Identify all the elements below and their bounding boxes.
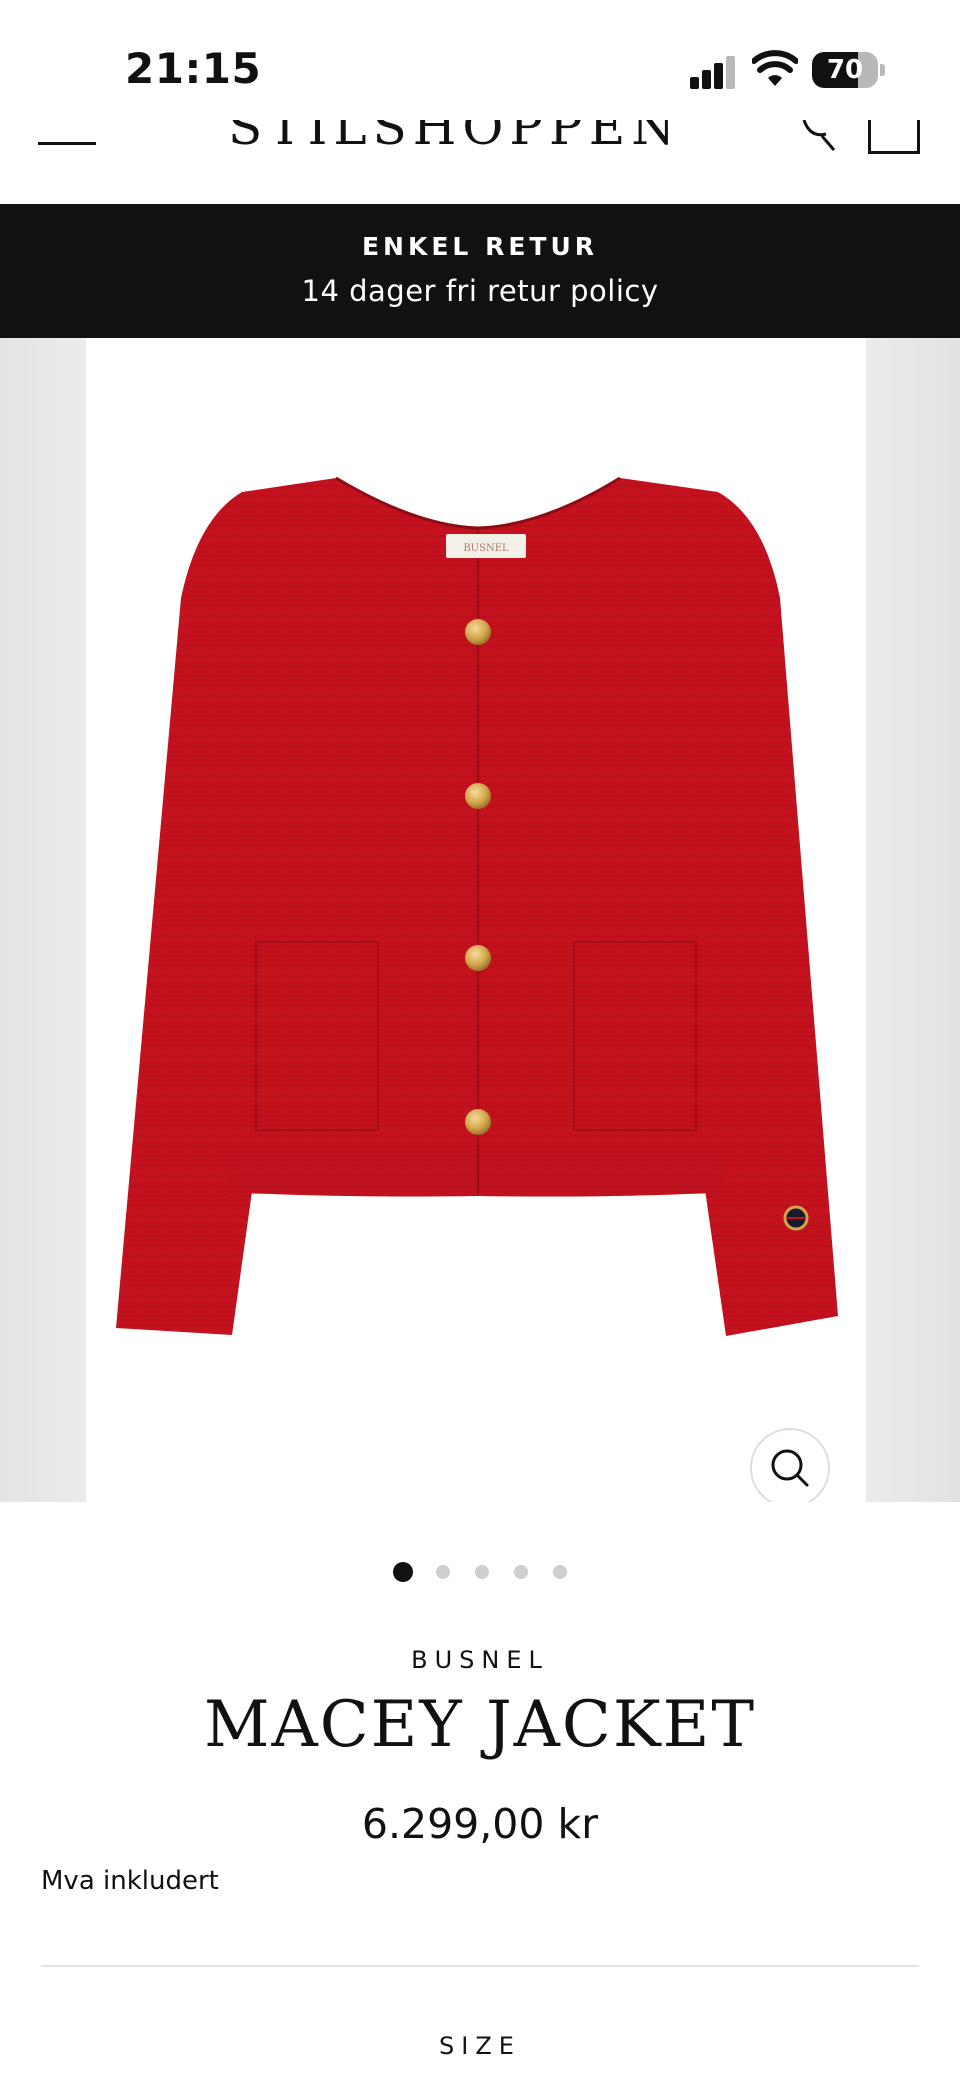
site-header: STILSHOPPEN <box>0 120 960 204</box>
next-image-peek[interactable] <box>866 338 960 1502</box>
announcement-title: ENKEL RETUR <box>361 232 599 261</box>
cart-icon[interactable] <box>868 120 920 154</box>
carousel-dot-4[interactable] <box>514 1565 528 1579</box>
carousel-dot-3[interactable] <box>475 1565 489 1579</box>
site-logo[interactable]: STILSHOPPEN <box>228 120 681 156</box>
status-time: 21:15 <box>125 44 262 93</box>
product-brand[interactable]: BUSNEL <box>0 1646 960 1674</box>
jacket-illustration: BUSNEL <box>116 476 838 1336</box>
cellular-signal-icon <box>690 55 736 89</box>
battery-percentage: 70 <box>826 55 864 85</box>
zoom-button[interactable] <box>750 1428 830 1502</box>
previous-image-peek[interactable] <box>0 338 86 1502</box>
wifi-icon <box>752 50 798 86</box>
product-image[interactable]: BUSNEL <box>86 338 866 1502</box>
announcement-subtitle: 14 dager fri retur policy <box>301 274 659 308</box>
product-gallery[interactable]: BUSNEL <box>0 338 960 1502</box>
search-icon[interactable] <box>800 120 840 152</box>
size-label: SIZE <box>439 2032 521 2060</box>
garment-label-text: BUSNEL <box>463 543 509 554</box>
product-price: 6.299,00 kr <box>361 1800 599 1848</box>
battery-cap <box>880 64 885 76</box>
menu-icon[interactable] <box>38 142 96 145</box>
magnifier-icon <box>771 1449 809 1487</box>
product-title: MACEY JACKET <box>203 1688 757 1762</box>
vat-note: Mva inkludert <box>41 1866 219 1896</box>
carousel-dot-5[interactable] <box>553 1565 567 1579</box>
divider <box>41 1965 919 1967</box>
carousel-dot-1[interactable] <box>393 1562 413 1582</box>
carousel-dots <box>0 1562 960 1589</box>
status-bar: 21:15 70 <box>0 0 960 130</box>
announcement-bar: ENKEL RETUR 14 dager fri retur policy <box>0 204 960 338</box>
carousel-dot-2[interactable] <box>436 1565 450 1579</box>
battery-icon: 70 <box>812 52 878 88</box>
